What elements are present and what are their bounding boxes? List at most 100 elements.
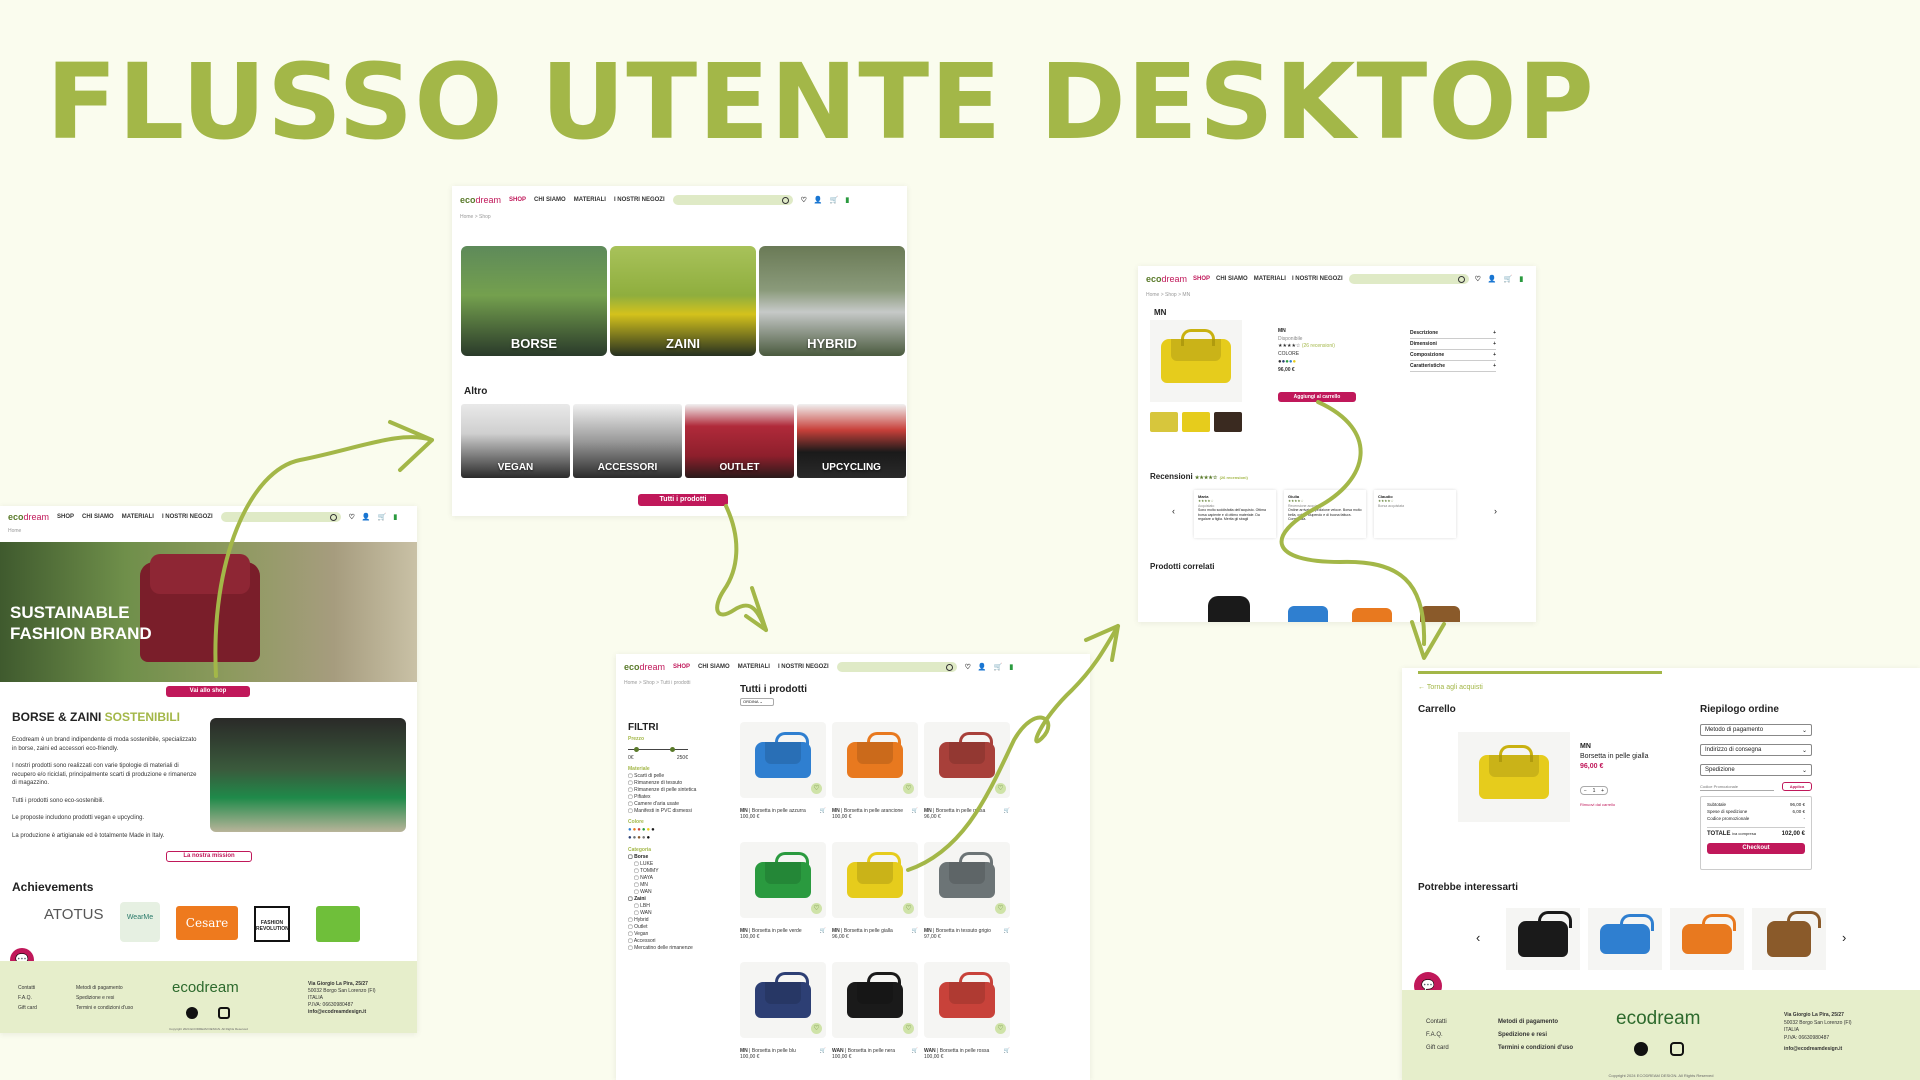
wishlist-icon[interactable]: ♡ — [995, 1023, 1006, 1034]
accordion-descrizione[interactable]: Descrizione + — [1410, 328, 1496, 339]
footer-email[interactable]: info@ecodreamdesign.it — [1784, 1046, 1852, 1054]
heart-icon[interactable]: ♡ — [801, 196, 807, 204]
logo[interactable]: ecodream — [624, 662, 665, 672]
nav-about[interactable]: CHI SIAMO — [698, 664, 730, 670]
add-cart-icon[interactable]: 🛒 — [820, 808, 826, 820]
product-image[interactable]: ♡ — [832, 962, 918, 1038]
product-card[interactable]: ♡ MN | Borsetta in pelle gialla 96,00 € 🛒 — [832, 842, 918, 940]
product-card[interactable]: ♡ MN | Borsetta in tessuto grigio 97,00 € 🛒 — [924, 842, 1010, 940]
nav-materials[interactable]: MATERIALI — [122, 514, 154, 520]
facebook-icon[interactable] — [186, 1007, 198, 1019]
user-icon[interactable]: 👤 — [362, 513, 371, 521]
subcat-mn[interactable]: ▢ MN — [634, 882, 723, 889]
heart-icon[interactable]: ♡ — [1475, 275, 1481, 283]
footer-payments[interactable]: Metodi di pagamento — [76, 983, 133, 993]
quantity-stepper[interactable]: −1 + — [1580, 786, 1608, 795]
related-item-2[interactable] — [1288, 606, 1328, 622]
category-borse[interactable]: ▢ Borse — [628, 854, 723, 861]
subcat-luke[interactable]: ▢ LUKE — [634, 861, 723, 868]
category-tile-borse[interactable]: BORSE — [461, 246, 607, 356]
material-filter-5[interactable]: ▢ Manifesti in PVC dismessi — [628, 808, 723, 815]
wishlist-icon[interactable]: ♡ — [811, 783, 822, 794]
nav-about[interactable]: CHI SIAMO — [534, 197, 566, 203]
product-card[interactable]: ♡ WAN | Borsetta in pelle nera 100,00 € 🛒 — [832, 962, 918, 1060]
all-products-button[interactable]: Tutti i prodotti — [638, 494, 728, 506]
flag-icon[interactable]: ▮ — [1519, 275, 1523, 283]
category-tile-zaini[interactable]: ZAINI — [610, 246, 756, 356]
nav-stores[interactable]: I NOSTRI NEGOZI — [1292, 276, 1343, 282]
subcat-lbh[interactable]: ▢ LBH — [634, 903, 723, 910]
flag-icon[interactable]: ▮ — [393, 513, 397, 521]
thumb-1[interactable] — [1150, 412, 1178, 432]
add-cart-icon[interactable]: 🛒 — [1004, 928, 1010, 940]
instagram-icon[interactable] — [1670, 1042, 1684, 1056]
reviews-link[interactable]: (26 recensioni) — [1302, 343, 1335, 349]
cart-icon[interactable]: 🛒 — [830, 196, 839, 204]
wishlist-icon[interactable]: ♡ — [995, 903, 1006, 914]
sort-select[interactable]: ORDINA ⌄ — [740, 698, 774, 706]
accordion-caratteristiche[interactable]: Caratteristiche + — [1410, 361, 1496, 372]
heart-icon[interactable]: ♡ — [349, 513, 355, 521]
select-payment[interactable]: Metodo di pagamento ⌄ — [1700, 724, 1812, 736]
add-cart-icon[interactable]: 🛒 — [820, 928, 826, 940]
user-icon[interactable]: 👤 — [1488, 275, 1497, 283]
suggest-item-3[interactable] — [1670, 908, 1744, 970]
shop-button[interactable]: Vai allo shop — [166, 686, 250, 697]
footer-giftcard[interactable]: Gift card — [1426, 1042, 1449, 1055]
mission-button[interactable]: La nostra mission — [166, 851, 252, 862]
nav-shop[interactable]: SHOP — [57, 514, 74, 520]
footer-faq[interactable]: F.A.Q. — [1426, 1029, 1449, 1042]
product-card[interactable]: ♡ MN | Borsetta in pelle rossa 96,00 € 🛒 — [924, 722, 1010, 820]
accordion-composizione[interactable]: Composizione + — [1410, 350, 1496, 361]
subcat-zaini-wan[interactable]: ▢ WAN — [634, 910, 723, 917]
wishlist-icon[interactable]: ♡ — [903, 783, 914, 794]
nav-materials[interactable]: MATERIALI — [1254, 276, 1286, 282]
reviews-next-icon[interactable]: › — [1494, 506, 1497, 516]
add-cart-icon[interactable]: 🛒 — [1004, 1048, 1010, 1060]
nav-about[interactable]: CHI SIAMO — [82, 514, 114, 520]
back-link[interactable]: ← Torna agli acquisti — [1418, 684, 1483, 691]
category-vegan[interactable]: ▢ Vegan — [628, 931, 723, 938]
footer-shipping[interactable]: Spedizione e resi — [76, 993, 133, 1003]
product-card[interactable]: ♡ MN | Borsetta in pelle blu 100,00 € 🛒 — [740, 962, 826, 1060]
add-cart-icon[interactable]: 🛒 — [912, 1048, 918, 1060]
category-hybrid[interactable]: ▢ Hybrid — [628, 917, 723, 924]
footer-contacts[interactable]: Contatti — [1426, 1016, 1449, 1029]
footer-contacts[interactable]: Contatti — [18, 983, 37, 993]
product-image[interactable]: ♡ — [832, 722, 918, 798]
material-filter-1[interactable]: ▢ Rimanenze di tessuto — [628, 780, 723, 787]
logo[interactable]: ecodream — [1146, 274, 1187, 284]
material-filter-2[interactable]: ▢ Rimanenze di pelle sintetica — [628, 787, 723, 794]
cart-icon[interactable]: 🛒 — [994, 663, 1003, 671]
reviews-prev-icon[interactable]: ‹ — [1172, 506, 1175, 516]
suggest-item-2[interactable] — [1588, 908, 1662, 970]
flag-icon[interactable]: ▮ — [845, 196, 849, 204]
subcat-wan[interactable]: ▢ WAN — [634, 889, 723, 896]
nav-materials[interactable]: MATERIALI — [574, 197, 606, 203]
nav-stores[interactable]: I NOSTRI NEGOZI — [162, 514, 213, 520]
wishlist-icon[interactable]: ♡ — [811, 1023, 822, 1034]
nav-materials[interactable]: MATERIALI — [738, 664, 770, 670]
nav-stores[interactable]: I NOSTRI NEGOZI — [614, 197, 665, 203]
product-card[interactable]: ♡ MN | Borsetta in pelle arancione 100,00 … — [832, 722, 918, 820]
product-image[interactable]: ♡ — [924, 962, 1010, 1038]
footer-terms[interactable]: Termini e condizioni d'uso — [1498, 1042, 1573, 1055]
user-icon[interactable]: 👤 — [814, 196, 823, 204]
nav-stores[interactable]: I NOSTRI NEGOZI — [778, 664, 829, 670]
product-card[interactable]: ♡ WAN | Borsetta in pelle rossa 100,00 € 🛒 — [924, 962, 1010, 1060]
heart-icon[interactable]: ♡ — [965, 663, 971, 671]
color-swatches[interactable]: ●●●●●● ●●●●● — [628, 826, 723, 843]
altro-tile-outlet[interactable]: OUTLET — [685, 404, 794, 478]
price-slider[interactable] — [628, 745, 723, 753]
footer-payments[interactable]: Metodi di pagamento — [1498, 1016, 1573, 1029]
instagram-icon[interactable] — [218, 1007, 230, 1019]
product-image[interactable]: ♡ — [924, 722, 1010, 798]
accordion-dimensioni[interactable]: Dimensioni + — [1410, 339, 1496, 350]
flag-icon[interactable]: ▮ — [1009, 663, 1013, 671]
color-options[interactable]: ●●●●● — [1278, 358, 1335, 367]
add-cart-icon[interactable]: 🛒 — [912, 928, 918, 940]
add-cart-icon[interactable]: 🛒 — [820, 1048, 826, 1060]
cart-icon[interactable]: 🛒 — [1504, 275, 1513, 283]
thumb-2[interactable] — [1182, 412, 1210, 432]
category-mercatino[interactable]: ▢ Mercatino delle rimanenze — [628, 945, 723, 952]
